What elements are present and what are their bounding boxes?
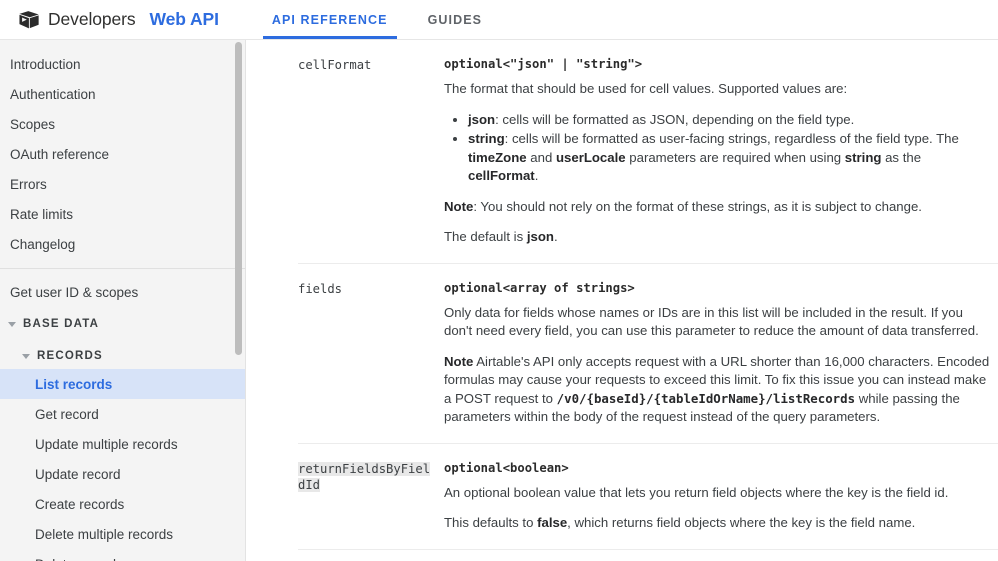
note-label: Note xyxy=(444,353,474,369)
value-string-2: string xyxy=(844,149,882,165)
list-item: string: cells will be formatted as user-… xyxy=(468,130,990,186)
param-description: Only data for fields whose names or IDs … xyxy=(444,304,979,339)
value-string-text-d: as the xyxy=(881,149,922,165)
param-signature: optional<"json" | "string"> xyxy=(444,57,643,71)
value-json-text: : cells will be formatted as JSON, depen… xyxy=(495,111,855,127)
default-value: false xyxy=(537,515,568,530)
sidebar-scrollbar-thumb[interactable] xyxy=(235,42,242,355)
sidebar-item-delete-multiple-records[interactable]: Delete multiple records xyxy=(0,519,245,549)
param-name-highlight: returnFieldsByFieldId xyxy=(298,461,431,492)
value-string-text-c: parameters are required when using xyxy=(625,149,845,165)
sidebar-item-errors[interactable]: Errors xyxy=(0,169,245,199)
sidebar-group-base-data-label: BASE DATA xyxy=(23,318,100,330)
header-nav-tabs: API REFERENCE GUIDES xyxy=(262,0,492,39)
sidebar-group-records[interactable]: RECORDS xyxy=(0,343,245,369)
sidebar-item-rate-limits[interactable]: Rate limits xyxy=(0,199,245,229)
endpoint-path: /v0/{baseId}/{tableIdOrName}/listRecords xyxy=(556,390,856,406)
value-string-text-a: : cells will be formatted as user-facing… xyxy=(504,131,959,146)
supported-values-list: json: cells will be formatted as JSON, d… xyxy=(444,111,990,186)
param-signature: optional<array of strings> xyxy=(444,280,635,295)
sidebar-item-introduction[interactable]: Introduction xyxy=(0,49,245,79)
default-value: json xyxy=(526,229,554,244)
sidebar-item-changelog[interactable]: Changelog xyxy=(0,229,245,259)
default-prefix: The default is xyxy=(444,229,527,244)
param-description: An optional boolean value that lets you … xyxy=(444,484,949,500)
param-description: The format that should be used for cell … xyxy=(444,81,848,96)
sidebar-item-authentication[interactable]: Authentication xyxy=(0,79,245,109)
tab-api-reference[interactable]: API REFERENCE xyxy=(262,0,397,39)
param-row: returnFieldsByFieldId optional<boolean> … xyxy=(298,442,998,549)
param-body-cellformat: optional<"json" | "string"> The format t… xyxy=(444,57,998,247)
value-timezone: timeZone xyxy=(468,149,527,165)
sidebar-item-get-record[interactable]: Get record xyxy=(0,399,245,429)
sidebar-item-list-records[interactable]: List records xyxy=(0,369,245,399)
param-body-returnfieldsbyfieldid: optional<boolean> An optional boolean va… xyxy=(444,461,998,533)
sidebar-item-update-multiple-records[interactable]: Update multiple records xyxy=(0,429,245,459)
note-text: : You should not rely on the format of t… xyxy=(473,198,922,214)
chevron-down-icon xyxy=(8,321,16,327)
tab-guides[interactable]: GUIDES xyxy=(419,0,492,39)
page-body: Introduction Authentication Scopes OAuth… xyxy=(0,40,998,561)
sidebar-item-get-user-id-scopes[interactable]: Get user ID & scopes xyxy=(0,277,245,307)
param-note: Note Airtable's API only accepts request… xyxy=(444,353,990,427)
param-row: fields optional<array of strings> Only d… xyxy=(298,262,998,443)
param-default: This defaults to false, which returns fi… xyxy=(444,514,990,533)
sidebar-navigation: Introduction Authentication Scopes OAuth… xyxy=(0,40,246,561)
default-suffix: . xyxy=(553,229,558,244)
sidebar-group-records-label: RECORDS xyxy=(37,350,103,362)
list-item: json: cells will be formatted as JSON, d… xyxy=(468,111,990,130)
default-prefix: This defaults to xyxy=(444,515,538,530)
value-userlocale: userLocale xyxy=(555,149,626,165)
sidebar-item-delete-record[interactable]: Delete record xyxy=(0,549,245,561)
note-label: Note xyxy=(444,198,474,214)
top-header: Developers Web API API REFERENCE GUIDES xyxy=(0,0,998,40)
param-name-fields: fields xyxy=(298,281,343,296)
sidebar-group-base-data[interactable]: BASE DATA xyxy=(0,311,245,337)
default-suffix: , which returns field objects where the … xyxy=(567,515,916,530)
sidebar-item-update-record[interactable]: Update record xyxy=(0,459,245,489)
value-cellformat: cellFormat xyxy=(468,168,535,183)
brand-product: Web API xyxy=(149,9,219,29)
param-row: recordMetadata optional<array of "commen… xyxy=(298,548,998,561)
param-signature: optional<boolean> xyxy=(444,460,569,475)
param-default: The default is json. xyxy=(444,228,990,247)
sidebar-item-oauth-reference[interactable]: OAuth reference xyxy=(0,139,245,169)
cube-logo-icon xyxy=(19,10,39,28)
value-string: string xyxy=(468,131,505,146)
value-string-text-b: and xyxy=(526,149,556,165)
chevron-down-icon xyxy=(22,353,30,359)
value-json: json xyxy=(468,111,496,127)
param-body-fields: optional<array of strings> Only data for… xyxy=(444,281,998,427)
main-content: cellFormat optional<"json" | "string"> T… xyxy=(246,40,998,561)
param-name-cellformat: cellFormat xyxy=(298,58,372,72)
param-row: cellFormat optional<"json" | "string"> T… xyxy=(298,40,998,263)
value-string-text-e: . xyxy=(534,168,539,183)
sidebar-item-scopes[interactable]: Scopes xyxy=(0,109,245,139)
brand-logo[interactable]: Developers Web API xyxy=(18,9,219,30)
sidebar-divider xyxy=(0,268,245,269)
brand-name: Developers xyxy=(48,9,136,29)
sidebar-item-create-records[interactable]: Create records xyxy=(0,489,245,519)
param-note: Note: You should not rely on the format … xyxy=(444,198,990,217)
param-name-returnfieldsbyfieldid: returnFieldsByFieldId xyxy=(298,461,444,533)
